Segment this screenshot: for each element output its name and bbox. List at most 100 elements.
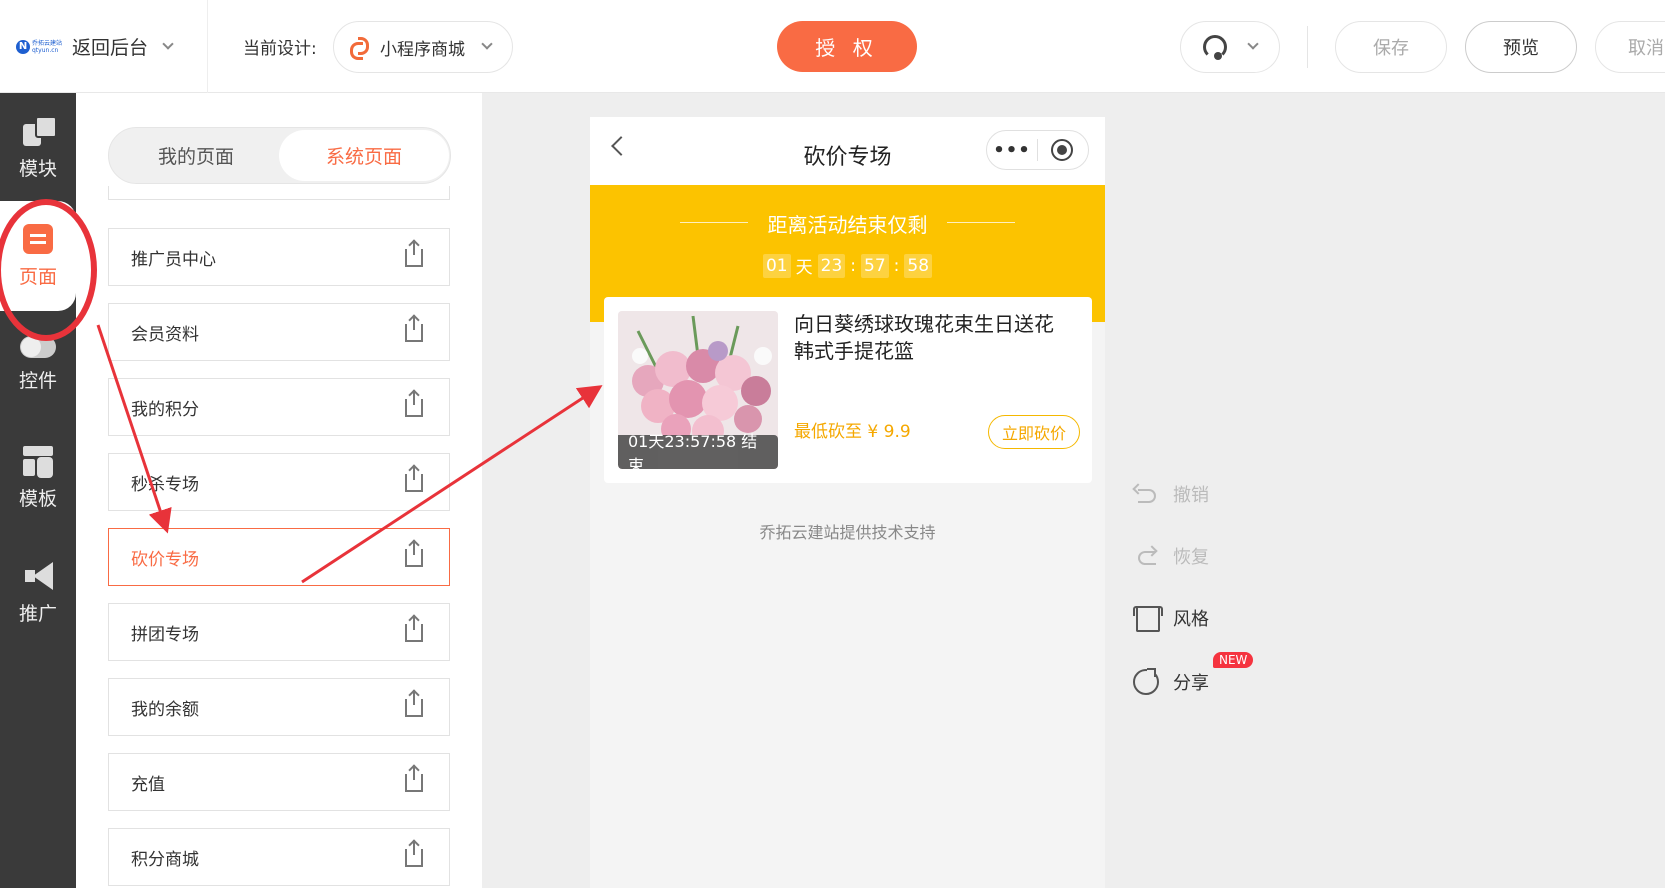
export-icon[interactable] [405,766,423,792]
end-time-badge: 01天23:57:58 结束 [618,432,778,469]
countdown-sep: : [893,255,900,276]
page-list-item[interactable]: 我的积分 [108,378,450,436]
mini-program-capsule[interactable]: ••• [986,130,1089,170]
page-list-item[interactable]: 会员资料 [108,303,450,361]
export-icon[interactable] [405,691,423,717]
tab-my-pages[interactable]: 我的页面 [111,130,281,181]
headset-icon [1203,35,1227,60]
page-item-label: 拼团专场 [131,624,199,645]
divider [1037,139,1038,161]
nav-item-page[interactable]: 页面 [0,201,76,311]
page-item-label: 秒杀专场 [131,474,199,495]
countdown-day-unit: 天 [795,258,813,278]
nav-item-module[interactable]: 模块 [0,93,76,203]
megaphone-icon [23,561,53,591]
export-icon[interactable] [405,616,423,642]
page-type-tabs: 我的页面 系统页面 [108,127,451,184]
powered-by-footer: 乔拓云建站提供技术支持 [759,523,936,542]
back-to-admin-menu[interactable]: N 乔拓云建站 qtyun.cn 返回后台 [0,0,208,93]
bargain-now-button[interactable]: 立即砍价 [988,415,1080,449]
page-item-label: 推广员中心 [131,249,216,270]
decor-line [947,222,1015,223]
banner-title: 距离活动结束仅剩 [767,213,928,237]
nav-item-promotion[interactable]: 推广 [0,538,76,648]
countdown-hours: 23 [817,253,846,278]
chevron-down-icon [162,37,174,50]
share-icon [1133,668,1159,695]
page-item-label: 我的积分 [131,399,199,420]
page-item-label: 砍价专场 [131,549,199,570]
product-name[interactable]: 向日葵绣球玫瑰花束生日送花韩式手提花篮 [794,311,1064,365]
share-label: 分享 [1173,673,1209,694]
module-icon [23,115,57,146]
page-item-label: 充值 [131,774,165,795]
page-list-item[interactable]: 拼团专场 [108,603,450,661]
export-icon[interactable] [405,241,423,267]
mini-program-icon [348,36,370,60]
page-list-item[interactable]: 秒杀专场 [108,453,450,511]
page-item-label: 我的余额 [131,699,199,720]
page-icon [23,223,53,254]
template-icon [23,445,53,476]
export-icon[interactable] [405,541,423,567]
redo-button[interactable]: 恢复 [1133,540,1209,572]
tab-system-pages[interactable]: 系统页面 [279,130,449,181]
nav-item-label: 模板 [18,487,57,510]
customer-support-button[interactable] [1180,21,1280,73]
back-to-admin-label: 返回后台 [72,37,149,59]
brand-logo: N 乔拓云建站 qtyun.cn [16,36,64,58]
save-button[interactable]: 保存 [1335,21,1447,73]
chevron-down-icon [481,38,493,50]
page-list-item[interactable]: 我的余额 [108,678,450,736]
undo-button[interactable]: 撤销 [1133,478,1209,510]
redo-label: 恢复 [1173,547,1209,568]
product-card[interactable]: 01天23:57:58 结束 向日葵绣球玫瑰花束生日送花韩式手提花篮 最低砍至 … [604,297,1092,483]
nav-item-control[interactable]: 控件 [0,309,76,419]
design-selector[interactable]: 小程序商城 [333,21,513,73]
product-price: 最低砍至 ¥ 9.9 [794,422,911,442]
nav-item-label: 模块 [18,157,57,180]
current-design-label: 当前设计: [243,39,317,59]
nav-item-label: 控件 [18,369,57,392]
page-item-label: 积分商城 [131,849,199,870]
page-list-item-active[interactable]: 砍价专场 [108,528,450,586]
authorize-button[interactable]: 授 权 [777,21,917,72]
page-list-item[interactable]: 推广员中心 [108,228,450,286]
cancel-button[interactable]: 取消 [1595,21,1665,73]
new-badge: NEW [1213,652,1254,668]
nav-item-template[interactable]: 模板 [0,423,76,533]
page-list-item[interactable]: 积分商城 [108,828,450,886]
export-icon[interactable] [405,841,423,867]
export-icon[interactable] [405,466,423,492]
redo-icon [1133,543,1159,569]
toggle-icon [20,335,56,358]
design-selector-value: 小程序商城 [380,39,465,60]
more-icon[interactable]: ••• [987,140,1037,161]
countdown-seconds: 58 [904,253,933,278]
countdown-minutes: 57 [861,253,889,278]
preview-button[interactable]: 预览 [1465,21,1577,73]
style-label: 风格 [1173,609,1209,630]
export-icon[interactable] [405,391,423,417]
close-target-icon[interactable] [1051,139,1073,161]
divider [1307,26,1308,68]
brand-logo-text: 乔拓云建站 qtyun.cn [32,39,63,54]
page-list-item[interactable]: 充值 [108,753,450,811]
chevron-down-icon [1247,38,1259,50]
phone-header: 砍价专场 ••• [590,117,1105,185]
style-button[interactable]: 风格 [1133,602,1209,634]
export-icon[interactable] [405,316,423,342]
undo-icon [1133,481,1159,507]
phone-preview: 砍价专场 ••• 距离活动结束仅剩 01 天 23 : 57 : 58 01天2… [590,117,1105,888]
brand-logo-mark: N [16,39,30,54]
shirt-icon [1133,605,1163,632]
countdown-sep: : [850,255,856,276]
list-item-partial [108,186,450,200]
nav-item-label: 推广 [18,602,57,625]
page-item-label: 会员资料 [131,324,199,345]
product-image[interactable]: 01天23:57:58 结束 [618,311,778,469]
left-nav: 模块 页面 控件 模板 推广 [0,93,76,888]
countdown-timer: 01 天 23 : 57 : 58 [590,253,1105,278]
countdown-days: 01 [762,253,791,278]
share-button[interactable]: 分享 [1133,666,1209,698]
